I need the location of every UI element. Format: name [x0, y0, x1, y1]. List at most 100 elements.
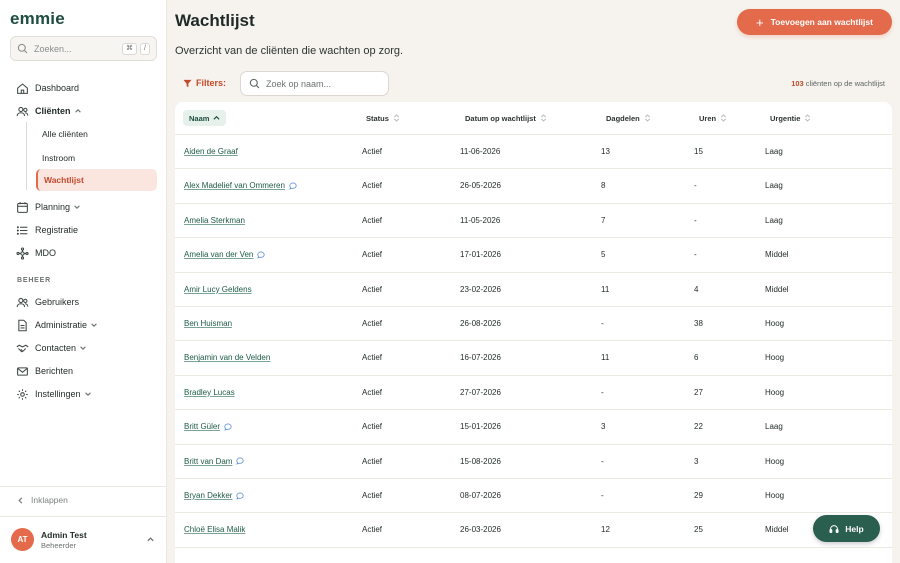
- cell-naam[interactable]: Britt van Dam: [184, 457, 245, 466]
- table-row[interactable]: Benjamin van de Velden Actief 16-07-2026 11…: [175, 341, 892, 376]
- help-button[interactable]: Help: [813, 515, 880, 542]
- cell-dagdelen: 13: [601, 147, 610, 156]
- column-header-status[interactable]: Status: [366, 113, 400, 123]
- table-row[interactable]: Bradley Lucas Actief 27-07-2026 - 27 Hoog: [175, 376, 892, 411]
- datum-value: 08-07-2026: [460, 491, 501, 500]
- column-header-urgentie[interactable]: Urgentie: [770, 113, 811, 123]
- column-header-naam[interactable]: Naam: [183, 110, 227, 126]
- chevron-down-icon: [80, 346, 86, 350]
- sidebar-search[interactable]: Zoeken... ⌘ /: [10, 36, 157, 61]
- dagdelen-value: -: [601, 491, 604, 500]
- filters-button[interactable]: Filters:: [183, 78, 226, 88]
- cell-naam[interactable]: Aiden de Graaf: [184, 147, 238, 156]
- sidebar-item-mdo[interactable]: MDO: [10, 242, 157, 264]
- collapse-sidebar-button[interactable]: Inklappen: [16, 495, 68, 505]
- table-row[interactable]: Amelia Sterkman Actief 11-05-2026 7 - Laag: [175, 204, 892, 239]
- column-header-dagdelen[interactable]: Dagdelen: [606, 113, 651, 123]
- avatar: AT: [11, 528, 34, 551]
- cell-naam[interactable]: Chloë Elisa Malik: [184, 525, 245, 534]
- cell-urgentie: Laag: [765, 216, 783, 225]
- sidebar-item-dashboard[interactable]: Dashboard: [10, 77, 157, 99]
- naam-value: Benjamin van de Velden: [184, 353, 271, 363]
- sidebar-item-label: Planning: [35, 202, 71, 212]
- table-row[interactable]: Bryan Dekker Actief 08-07-2026 - 29 Hoog: [175, 479, 892, 514]
- sidebar-item-berichten[interactable]: Berichten: [10, 360, 157, 382]
- cell-naam[interactable]: Benjamin van de Velden: [184, 353, 270, 362]
- waitlist-table: Naam Status Datum op wachtlijst Dagdelen…: [175, 102, 892, 563]
- cell-datum: 26-03-2026: [460, 525, 501, 534]
- table-row[interactable]: Aiden de Graaf Actief 11-06-2026 13 15 Laag: [175, 135, 892, 170]
- sort-icon: [805, 114, 811, 122]
- user-name: Admin Test: [41, 529, 87, 540]
- cell-datum: 26-05-2026: [460, 181, 501, 190]
- datum-value: 16-07-2026: [460, 353, 501, 363]
- sidebar-item-contacten[interactable]: Contacten: [10, 337, 157, 359]
- name-search-input[interactable]: Zoek op naam...: [240, 71, 389, 96]
- table-row[interactable]: Chloë Elisa Malik Actief 26-03-2026 12 25 Mid…: [175, 513, 892, 548]
- sidebar-item-gebruikers[interactable]: Gebruikers: [10, 291, 157, 313]
- sidebar-divider: [0, 516, 167, 517]
- chevron-up-icon: [147, 537, 154, 542]
- sort-icon: [644, 114, 650, 122]
- dagdelen-value: -: [601, 387, 604, 397]
- sidebar-item-instellingen[interactable]: Instellingen: [10, 383, 157, 405]
- home-icon: [17, 82, 28, 94]
- table-row[interactable]: Amir Lucy Geldens Actief 23-02-2026 11 4 Midd…: [175, 273, 892, 307]
- cell-uren: -: [694, 216, 697, 225]
- column-header-datum[interactable]: Datum op wachtlijst: [465, 113, 547, 123]
- waitlist-count: 103 cliënten op de wachtlijst: [791, 79, 885, 88]
- sidebar-item-clienten[interactable]: Cliënten: [10, 100, 157, 122]
- cell-dagdelen: 12: [601, 525, 610, 534]
- urgentie-value: Hoog: [765, 387, 785, 397]
- naam-value: Chloë Elisa Malik: [184, 525, 246, 535]
- naam-value: Amelia Sterkman: [184, 215, 245, 225]
- gear-icon: [17, 388, 28, 400]
- sidebar-item-label: MDO: [35, 248, 56, 258]
- status-value: Actief: [362, 491, 383, 500]
- cell-datum: 15-01-2026: [460, 422, 501, 431]
- uren-value: -: [694, 215, 697, 225]
- message-icon: [236, 492, 245, 500]
- cell-naam[interactable]: Bryan Dekker: [184, 491, 245, 500]
- sidebar-subitem-wachtlijst[interactable]: Wachtlijst: [36, 169, 157, 191]
- sidebar-item-registratie[interactable]: Registratie: [10, 219, 157, 241]
- search-icon: [17, 43, 28, 54]
- user-menu[interactable]: AT Admin Test Beheerder: [11, 528, 157, 551]
- table-row[interactable]: Ben Huisman Actief 26-08-2026 - 38 Hoog: [175, 307, 892, 342]
- status-value: Actief: [362, 215, 383, 225]
- name-search-placeholder: Zoek op naam...: [266, 78, 332, 89]
- cell-naam[interactable]: Britt Güler: [184, 422, 232, 431]
- dagdelen-value: 12: [601, 525, 610, 535]
- cell-status: Actief: [362, 457, 382, 466]
- cell-naam[interactable]: Amelia Sterkman: [184, 216, 245, 225]
- cell-uren: 25: [694, 525, 703, 534]
- table-row[interactable]: Alex Madelief van Ommeren Actief 26-05-202…: [175, 169, 892, 204]
- cell-naam[interactable]: Amir Lucy Geldens: [184, 285, 252, 294]
- datum-value: 26-03-2026: [460, 525, 501, 535]
- cell-naam[interactable]: Amelia van der Ven: [184, 250, 265, 259]
- logo[interactable]: emmie: [10, 9, 65, 29]
- subnav-line: [26, 122, 27, 190]
- table-row[interactable]: Britt van Dam Actief 15-08-2026 - 3 Hoog: [175, 445, 892, 479]
- cell-urgentie: Middel: [765, 285, 789, 294]
- urgentie-value: Hoog: [765, 319, 785, 328]
- naam-value: Ben Huisman: [184, 319, 233, 328]
- status-value: Actief: [362, 147, 383, 156]
- table-row[interactable]: Amelia van der Ven Actief 17-01-2026 5 - Midd…: [175, 238, 892, 273]
- add-to-waitlist-button[interactable]: + Toevoegen aan wachtlijst: [737, 9, 892, 35]
- sidebar-item-planning[interactable]: Planning: [10, 196, 157, 218]
- sidebar-subitem-instroom[interactable]: Instroom: [36, 147, 157, 169]
- cell-naam[interactable]: Ben Huisman: [184, 319, 232, 328]
- cell-dagdelen: -: [601, 491, 604, 500]
- sidebar-item-administratie[interactable]: Administratie: [10, 314, 157, 336]
- cell-naam[interactable]: Bradley Lucas: [184, 388, 235, 397]
- sidebar-item-label: Berichten: [35, 366, 74, 376]
- status-value: Actief: [362, 250, 383, 260]
- sidebar-subitem-alle-clienten[interactable]: Alle cliënten: [36, 123, 157, 145]
- sidebar-item-label: Gebruikers: [35, 297, 80, 307]
- cell-datum: 15-08-2026: [460, 457, 501, 466]
- user-role: Beheerder: [41, 540, 77, 550]
- table-row[interactable]: Britt Güler Actief 15-01-2026 3 22 Laag: [175, 410, 892, 445]
- column-header-uren[interactable]: Uren: [699, 113, 727, 123]
- cell-naam[interactable]: Alex Madelief van Ommeren: [184, 181, 297, 190]
